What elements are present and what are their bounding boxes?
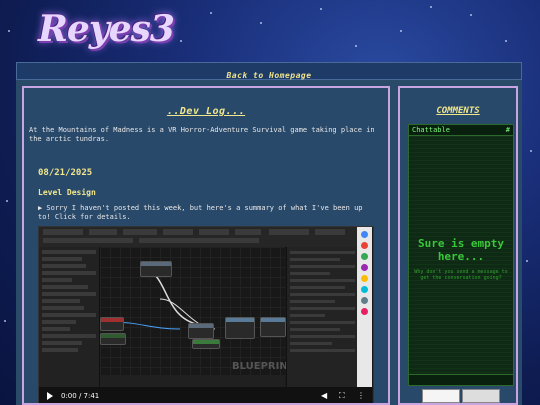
- site-logo[interactable]: Reyes3: [38, 4, 175, 60]
- link-badge-1[interactable]: [422, 389, 460, 403]
- logo-text: Reyes3: [38, 8, 175, 50]
- chat-header: Chattable #: [409, 125, 513, 136]
- editor-output-log: [100, 375, 285, 387]
- devlog-intro: At the Mountains of Madness is a VR Horr…: [29, 126, 375, 143]
- comments-panel: COMMENTS Chattable # Sure is empty here.…: [398, 86, 518, 405]
- devlog-panel: ..Dev Log... At the Mountains of Madness…: [22, 86, 390, 405]
- chat-hash-icon[interactable]: #: [506, 126, 510, 134]
- chat-empty-subtitle: Why don't you send a message to get the …: [414, 269, 508, 281]
- video-controls: 0:00 / 7:41 ◀ ⛶ ⋮: [39, 387, 372, 403]
- chat-input[interactable]: [409, 374, 513, 385]
- link-badge-2[interactable]: [462, 389, 500, 403]
- editor-toolbar: [39, 227, 357, 248]
- video-time: 0:00 / 7:41: [61, 392, 100, 400]
- comments-title: COMMENTS: [436, 106, 480, 116]
- entry-date: 08/21/2025: [38, 168, 93, 178]
- editor-outliner: [39, 247, 100, 387]
- more-icon[interactable]: ⋮: [357, 392, 365, 400]
- chat-name: Chattable: [412, 126, 450, 134]
- chat-widget[interactable]: Chattable # Sure is empty here... Why do…: [408, 124, 514, 386]
- entry-section-title: Level Design: [38, 188, 96, 197]
- editor-details-panel: [286, 247, 358, 387]
- fullscreen-icon[interactable]: ⛶: [339, 392, 347, 400]
- video-player[interactable]: BLUEPRINT 0:00 / 7:41 ◀ ⛶ ⋮: [38, 226, 374, 403]
- top-nav-bar: Back to Homepage: [16, 62, 522, 80]
- entry-summary[interactable]: ▶ Sorry I haven't posted this week, but …: [38, 204, 378, 222]
- blueprint-graph: [100, 247, 286, 375]
- browser-sidebar: [357, 227, 372, 387]
- chat-empty-title: Sure is empty here...: [417, 237, 505, 263]
- back-to-homepage-link[interactable]: Back to Homepage: [226, 71, 311, 80]
- devlog-title: ..Dev Log...: [166, 106, 246, 117]
- play-icon[interactable]: [47, 392, 53, 400]
- volume-icon[interactable]: ◀: [321, 392, 329, 400]
